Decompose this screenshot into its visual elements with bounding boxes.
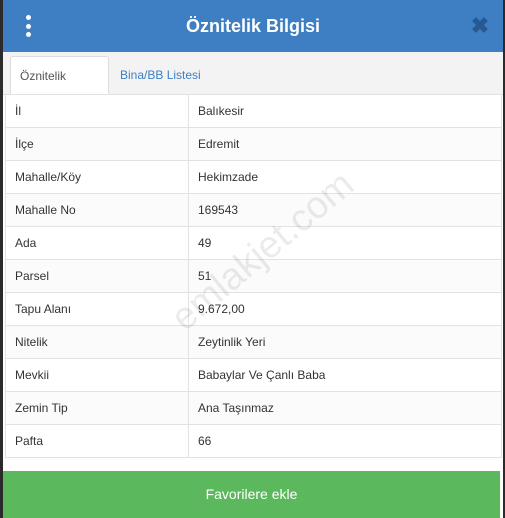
- add-to-favorites-button[interactable]: Favorilere ekle: [3, 471, 500, 518]
- modal-title: Öznitelik Bilgisi: [185, 16, 321, 36]
- table-row: Zemin Tip Ana Taşınmaz: [5, 391, 502, 425]
- table-row: Parsel 51: [5, 259, 502, 293]
- table-row: Mahalle No 169543: [5, 193, 502, 227]
- table-row: Tapu Alanı 9.672,00: [5, 292, 502, 326]
- row-value: Babaylar Ve Çanlı Baba: [188, 358, 502, 392]
- tab-bar: Öznitelik Bilgisi Bina/BB Listesi: [3, 52, 503, 121]
- row-key: Tapu Alanı: [5, 292, 189, 326]
- row-key: Ada: [5, 226, 189, 260]
- row-value: Edremit: [188, 127, 502, 161]
- tab-building-list[interactable]: Bina/BB Listesi: [111, 56, 210, 94]
- table-row: Ada 49: [5, 226, 502, 260]
- table-row: İl Balıkesir: [5, 94, 502, 128]
- table-row: İlçe Edremit: [5, 127, 502, 161]
- row-value: Ana Taşınmaz: [188, 391, 502, 425]
- row-key: Mahalle No: [5, 193, 189, 227]
- row-value: 9.672,00: [188, 292, 502, 326]
- attribute-table: İl Balıkesir İlçe Edremit Mahalle/Köy He…: [5, 94, 502, 458]
- row-value: 51: [188, 259, 502, 293]
- row-key: Pafta: [5, 424, 189, 458]
- table-row: Nitelik Zeytinlik Yeri: [5, 325, 502, 359]
- table-row: Mevkii Babaylar Ve Çanlı Baba: [5, 358, 502, 392]
- row-key: Mevkii: [5, 358, 189, 392]
- tab-attribute-info[interactable]: Öznitelik Bilgisi: [10, 56, 109, 121]
- modal-header: Öznitelik Bilgisi ✖: [3, 0, 503, 52]
- row-key: Zemin Tip: [5, 391, 189, 425]
- row-key: İl: [5, 94, 189, 128]
- row-key: Mahalle/Köy: [5, 160, 189, 194]
- row-key: Nitelik: [5, 325, 189, 359]
- row-value: Balıkesir: [188, 94, 502, 128]
- row-key: Parsel: [5, 259, 189, 293]
- close-icon[interactable]: ✖: [469, 14, 491, 38]
- table-row: Mahalle/Köy Hekimzade: [5, 160, 502, 194]
- table-row: Pafta 66: [5, 424, 502, 458]
- row-value: 169543: [188, 193, 502, 227]
- attribute-info-modal: Öznitelik Bilgisi ✖ Öznitelik Bilgisi Bi…: [3, 0, 503, 518]
- row-key: İlçe: [5, 127, 189, 161]
- row-value: 49: [188, 226, 502, 260]
- row-value: Zeytinlik Yeri: [188, 325, 502, 359]
- row-value: Hekimzade: [188, 160, 502, 194]
- row-value: 66: [188, 424, 502, 458]
